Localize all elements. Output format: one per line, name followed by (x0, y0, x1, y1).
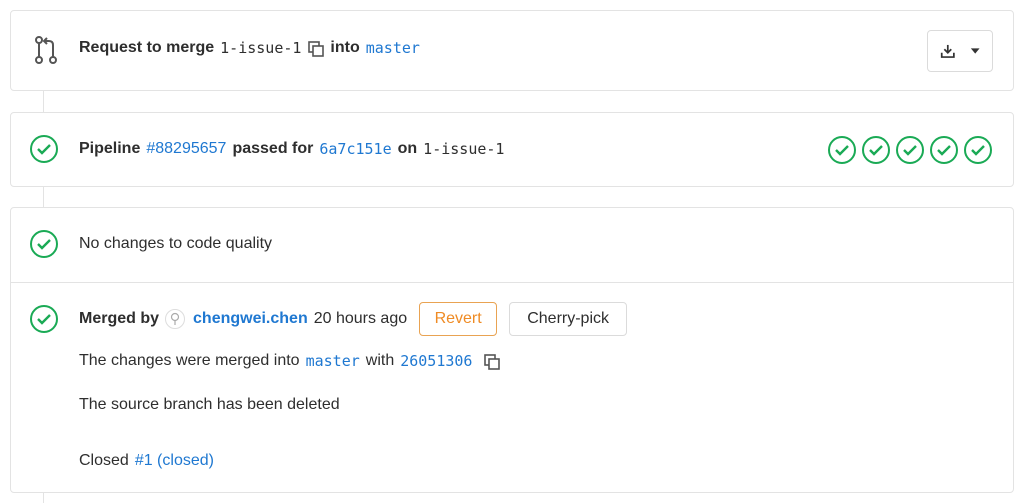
revert-button[interactable]: Revert (419, 302, 498, 336)
pipeline-status-icon (29, 134, 59, 164)
download-dropdown-button[interactable] (927, 30, 993, 72)
on-label: on (397, 140, 418, 157)
avatar[interactable] (165, 309, 186, 329)
pipeline-label: Pipeline (79, 140, 141, 157)
download-icon (940, 44, 955, 58)
closed-label: Closed (79, 452, 129, 469)
merged-by-user-link[interactable]: chengwei.chen (193, 310, 308, 328)
merge-request-card: Request to merge 1-issue-1 into master (10, 10, 1014, 91)
pipeline-stages (827, 135, 993, 170)
merge-commit-link[interactable]: 26051306 (400, 352, 472, 370)
section-divider (11, 282, 1013, 283)
chevron-down-icon (970, 48, 980, 54)
stage-passed-icon[interactable] (861, 135, 891, 170)
into-label: into (330, 39, 360, 56)
passed-for-label: passed for (232, 140, 314, 157)
avatar-icon (170, 312, 180, 325)
timeline-connector (43, 187, 44, 207)
pipeline-commit-link[interactable]: 6a7c151e (319, 140, 391, 158)
timeline-connector (43, 91, 44, 112)
merged-by-label: Merged by (79, 310, 160, 327)
closed-issue-link[interactable]: #1 (closed) (135, 452, 214, 470)
source-deleted-text: The source branch has been deleted (79, 396, 340, 413)
merged-into-line: The changes were merged into master with… (79, 352, 501, 370)
code-quality-text: No changes to code quality (79, 235, 273, 252)
copy-branch-icon[interactable] (308, 41, 325, 57)
pipeline-id-link[interactable]: #88295657 (146, 140, 226, 158)
closed-issues-line: Closed #1 (closed) (79, 452, 214, 470)
target-branch-link[interactable]: master (366, 39, 420, 57)
merged-status-icon (29, 304, 59, 334)
source-branch: 1-issue-1 (220, 39, 302, 57)
merge-request-text: Request to merge 1-issue-1 into master (79, 39, 420, 57)
source-deleted-line: The source branch has been deleted (79, 396, 340, 414)
merge-request-icon (31, 35, 61, 65)
changes-merged-text: The changes were merged into (79, 352, 300, 369)
cherry-pick-button[interactable]: Cherry-pick (509, 302, 628, 336)
pipeline-text: Pipeline #88295657 passed for 6a7c151e o… (79, 140, 504, 158)
merge-status-card: No changes to code quality Merged by che… (10, 207, 1014, 493)
merged-time: 20 hours ago (313, 310, 408, 327)
merged-by-line: Merged by chengwei.chen 20 hours ago Rev… (79, 302, 628, 336)
code-quality-message: No changes to code quality (79, 235, 272, 253)
copy-commit-icon[interactable] (484, 354, 501, 370)
timeline-connector (43, 493, 44, 503)
merged-target-branch-link[interactable]: master (306, 352, 360, 370)
pipeline-card: Pipeline #88295657 passed for 6a7c151e o… (10, 112, 1014, 187)
pipeline-branch: 1-issue-1 (423, 140, 505, 158)
stage-passed-icon[interactable] (827, 135, 857, 170)
code-quality-status-icon (29, 229, 59, 259)
merge-request-label: Request to merge (79, 39, 215, 56)
with-label: with (365, 352, 395, 369)
stage-passed-icon[interactable] (963, 135, 993, 170)
stage-passed-icon[interactable] (929, 135, 959, 170)
stage-passed-icon[interactable] (895, 135, 925, 170)
